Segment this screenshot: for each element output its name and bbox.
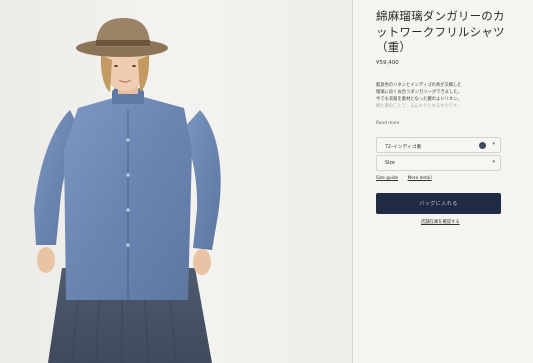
check-store-stock-link[interactable]: 店舗在庫を確認する xyxy=(421,219,460,225)
add-to-cart-button[interactable]: バッグに入れる xyxy=(376,193,501,214)
chevron-down-icon: ▾ xyxy=(492,141,495,147)
read-more-link[interactable]: Read more xyxy=(376,121,399,126)
chevron-down-icon: ▾ xyxy=(492,159,495,165)
product-photo xyxy=(0,0,352,363)
more-detail-link[interactable]: More detail xyxy=(408,176,432,181)
color-select[interactable]: 72-インディゴ重 ▾ xyxy=(376,137,501,153)
description-line: 瑠璃に良く似合うダンガリーができました。 xyxy=(376,90,462,95)
size-select[interactable]: Size ▾ xyxy=(376,155,501,171)
color-swatch-icon xyxy=(479,142,486,149)
product-description: 藍鉄色のリネンとインディゴの青が交織した 瑠璃に良く似合うダンガリーができました… xyxy=(376,82,506,110)
model-image xyxy=(34,18,221,363)
product-price: ¥59,400 xyxy=(376,60,399,66)
description-line: 藍鉄色のリネンとインディゴの青が交織した xyxy=(376,83,462,88)
size-select-value: Size xyxy=(385,161,395,166)
size-guide-link[interactable]: Size guide xyxy=(376,176,398,181)
color-select-value: 72-インディゴ重 xyxy=(385,145,422,150)
product-info-panel: 綿麻瑠璃ダンガリーのカットワークフリルシャツ（重） ¥59,400 藍鉄色のリネ… xyxy=(353,0,533,363)
description-line: 綿と麻のことで、ふんわりとゆるやかです。 xyxy=(376,104,462,109)
product-title: 綿麻瑠璃ダンガリーのカットワークフリルシャツ（重） xyxy=(376,9,505,54)
product-links: Size guide More detail xyxy=(376,176,440,181)
description-line: 今でも衣服を素材となった麗のよいリネン。 xyxy=(376,97,462,102)
